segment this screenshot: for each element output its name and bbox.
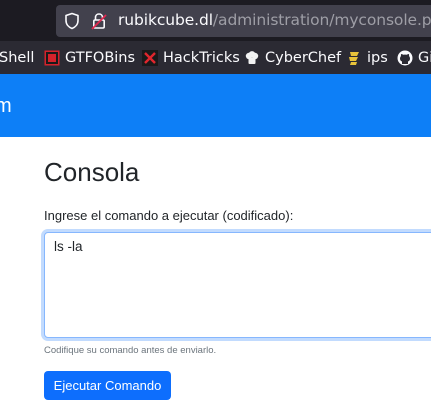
page-title: Consola — [44, 157, 140, 187]
bookmark-shell[interactable]: Shell — [0, 48, 34, 68]
command-label: Ingrese el comando a ejecutar (codificad… — [44, 208, 294, 223]
navbar-brand[interactable]: m — [0, 94, 12, 118]
bookmark-label: CyberChef — [265, 50, 342, 66]
bookmark-gtfobins[interactable]: GTFOBins — [44, 48, 135, 68]
help-text: Codifique su comando antes de enviarlo. — [44, 345, 217, 356]
bookmarks-toolbar: Shell GTFOBins HackTricks CyberChef ips — [0, 41, 431, 75]
url-host: rubikcube.dl — [118, 11, 213, 29]
bookmark-label: Gi — [418, 50, 431, 66]
shield-icon[interactable] — [64, 12, 80, 30]
bookmark-cyberchef[interactable]: CyberChef — [244, 48, 341, 68]
execute-command-button[interactable]: Ejecutar Comando — [44, 371, 171, 400]
github-icon — [397, 50, 413, 66]
bookmark-github[interactable]: Gi — [397, 48, 431, 68]
site-navbar: m — [0, 74, 431, 137]
url-text[interactable]: rubikcube.dl/administration/myconsole.ph… — [118, 11, 431, 29]
bookmark-label: HackTricks — [163, 50, 240, 66]
bookmark-hacktricks[interactable]: HackTricks — [142, 48, 240, 68]
chef-hat-icon — [245, 51, 259, 64]
bookmark-label: ips — [367, 50, 388, 66]
command-input[interactable]: ls -la — [44, 232, 431, 338]
browser-toolbar: rubikcube.dl/administration/myconsole.ph… — [0, 0, 431, 41]
gtfobins-icon — [44, 50, 60, 66]
bookmark-ips[interactable]: ips — [346, 48, 388, 68]
bookmark-label: Shell — [0, 50, 35, 66]
url-path: /administration/myconsole.php — [212, 11, 431, 29]
bookmark-label: GTFOBins — [65, 50, 136, 66]
hacktricks-icon — [142, 50, 158, 66]
ips-icon — [349, 52, 359, 65]
lock-icon[interactable] — [91, 12, 107, 30]
